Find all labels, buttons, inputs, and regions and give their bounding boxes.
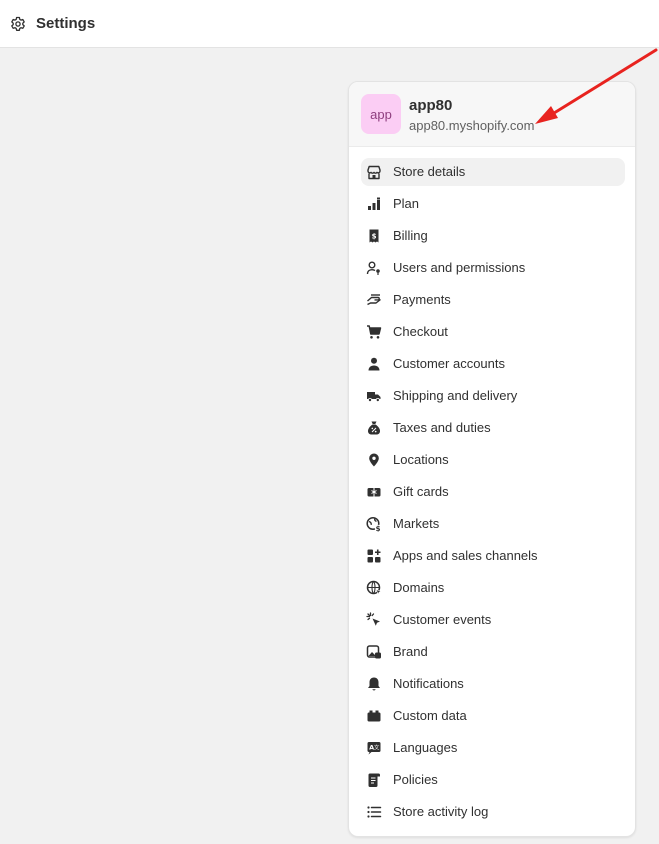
- custom-data-icon: [366, 708, 382, 724]
- nav-item-gift-cards[interactable]: Gift cards: [361, 478, 625, 506]
- nav-item-label: Apps and sales channels: [393, 548, 538, 563]
- svg-text:$: $: [372, 233, 377, 241]
- nav-item-label: Users and permissions: [393, 260, 526, 275]
- svg-text:$: $: [376, 525, 381, 532]
- nav-item-label: Markets: [393, 516, 440, 531]
- nav-item-payments[interactable]: Payments: [361, 286, 625, 314]
- cart-icon: [366, 324, 382, 340]
- tax-icon: [366, 420, 382, 436]
- nav-item-label: Checkout: [393, 324, 448, 339]
- cursor-click-icon: [366, 612, 382, 628]
- location-pin-icon: [366, 452, 382, 468]
- nav-item-label: Notifications: [393, 676, 464, 691]
- nav-item-customer-accounts[interactable]: Customer accounts: [361, 350, 625, 378]
- svg-text:文: 文: [374, 744, 380, 752]
- top-bar: Settings: [0, 0, 659, 48]
- nav-item-policies[interactable]: Policies: [361, 766, 625, 794]
- globe-icon: [366, 580, 382, 596]
- store-domain: app80.myshopify.com: [409, 118, 535, 133]
- store-header[interactable]: app app80 app80.myshopify.com: [349, 82, 635, 147]
- language-icon: A文: [366, 740, 382, 756]
- payments-icon: [366, 292, 382, 308]
- nav-item-label: Store activity log: [393, 804, 489, 819]
- nav-item-plan[interactable]: Plan: [361, 190, 625, 218]
- page-title: Settings: [36, 15, 96, 32]
- users-icon: [366, 260, 382, 276]
- nav-item-users-and-permissions[interactable]: Users and permissions: [361, 254, 625, 282]
- settings-nav-list: Store details Plan $ Billing Users and permi…: [361, 158, 625, 830]
- nav-item-billing[interactable]: $ Billing: [361, 222, 625, 250]
- store-icon: [366, 164, 382, 180]
- nav-item-label: Gift cards: [393, 484, 449, 499]
- nav-item-shipping-and-delivery[interactable]: Shipping and delivery: [361, 382, 625, 410]
- nav-item-store-activity-log[interactable]: Store activity log: [361, 798, 625, 826]
- nav-item-label: Locations: [393, 452, 449, 467]
- plan-icon: [366, 196, 382, 212]
- nav-item-label: Brand: [393, 644, 428, 659]
- nav-item-label: Store details: [393, 164, 466, 179]
- person-icon: [366, 356, 382, 372]
- truck-icon: [366, 388, 382, 404]
- nav-item-customer-events[interactable]: Customer events: [361, 606, 625, 634]
- nav-item-label: Policies: [393, 772, 438, 787]
- nav-item-notifications[interactable]: Notifications: [361, 670, 625, 698]
- nav-item-custom-data[interactable]: Custom data: [361, 702, 625, 730]
- nav-item-markets[interactable]: $ Markets: [361, 510, 625, 538]
- bell-icon: [366, 676, 382, 692]
- nav-item-label: Languages: [393, 740, 458, 755]
- list-icon: [366, 804, 382, 820]
- nav-item-apps-and-sales-channels[interactable]: Apps and sales channels: [361, 542, 625, 570]
- nav-item-store-details[interactable]: Store details: [361, 158, 625, 186]
- nav-item-label: Payments: [393, 292, 451, 307]
- nav-item-label: Domains: [393, 580, 445, 595]
- nav-item-label: Taxes and duties: [393, 420, 491, 435]
- nav-item-taxes-and-duties[interactable]: Taxes and duties: [361, 414, 625, 442]
- policy-icon: [366, 772, 382, 788]
- gift-card-icon: [366, 484, 382, 500]
- nav-item-label: Shipping and delivery: [393, 388, 518, 403]
- nav-item-label: Customer events: [393, 612, 492, 627]
- brand-image-icon: [366, 644, 382, 660]
- nav-item-domains[interactable]: Domains: [361, 574, 625, 602]
- store-name: app80: [409, 97, 453, 114]
- nav-item-locations[interactable]: Locations: [361, 446, 625, 474]
- settings-navigation-panel: app app80 app80.myshopify.com Store deta…: [348, 81, 636, 837]
- nav-item-label: Billing: [393, 228, 428, 243]
- gear-icon: [10, 16, 26, 32]
- nav-item-label: Custom data: [393, 708, 467, 723]
- nav-item-brand[interactable]: Brand: [361, 638, 625, 666]
- billing-icon: $: [366, 228, 382, 244]
- globe-dollar-icon: $: [366, 516, 382, 532]
- apps-icon: [366, 548, 382, 564]
- nav-item-languages[interactable]: A 文 Languages: [361, 734, 625, 762]
- store-avatar: app: [361, 94, 401, 134]
- nav-item-checkout[interactable]: Checkout: [361, 318, 625, 346]
- nav-item-label: Plan: [393, 196, 420, 211]
- nav-item-label: Customer accounts: [393, 356, 505, 371]
